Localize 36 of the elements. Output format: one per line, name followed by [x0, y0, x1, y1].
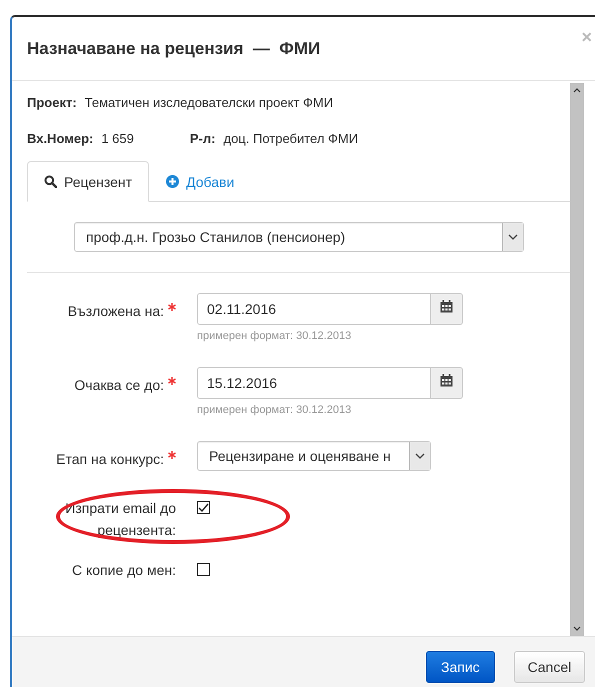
- field-label: С копие до мен:: [72, 561, 176, 580]
- tab[interactable]: Рецензент: [27, 161, 150, 202]
- checkbox[interactable]: [197, 563, 210, 576]
- info-label: Проект:: [27, 95, 77, 110]
- stage-select[interactable]: Рецензиране и оценяване н: [197, 441, 431, 471]
- field-label: Изпрати email до рецензента:: [64, 499, 176, 540]
- calendar-icon: [440, 300, 453, 313]
- search-icon: [44, 175, 57, 188]
- info-label: Р-л:: [190, 131, 216, 146]
- info-value: доц. Потребител ФМИ: [223, 131, 358, 146]
- checkbox[interactable]: [197, 501, 210, 514]
- tab[interactable]: Добави: [149, 161, 252, 202]
- cancel-button[interactable]: Cancel: [514, 651, 586, 683]
- field-label: Възложена на:: [68, 302, 164, 321]
- format-hint: примерен формат: 30.12.2013: [197, 330, 352, 342]
- info-label: Вх.Номер:: [27, 131, 94, 146]
- date-input[interactable]: 02.11.2016: [197, 293, 431, 325]
- dialog-title: Назначаване на рецензия — ФМИ: [27, 38, 320, 58]
- calendar-button[interactable]: [431, 293, 463, 325]
- date-input[interactable]: 15.12.2016: [197, 367, 431, 399]
- field-label: Очаква се до:: [74, 376, 164, 395]
- caret-icon: [508, 234, 518, 240]
- calendar-icon: [440, 374, 453, 387]
- scrollbar[interactable]: [570, 83, 584, 636]
- info-value: Тематичен изследователски проект ФМИ: [84, 95, 334, 110]
- checkmark-icon: [198, 502, 209, 512]
- scroll-up-icon[interactable]: [573, 88, 581, 93]
- info-value: 1 659: [101, 131, 134, 146]
- format-hint: примерен формат: 30.12.2013: [197, 404, 352, 416]
- plus-circle-icon: [166, 175, 180, 188]
- field-label: Етап на конкурс:: [56, 450, 164, 469]
- scroll-down-icon[interactable]: [573, 626, 581, 631]
- save-button[interactable]: Запис: [426, 651, 495, 683]
- caret-icon: [415, 453, 425, 459]
- reviewer-select[interactable]: проф.д.н. Грозьо Станилов (пенсионер): [74, 222, 524, 252]
- calendar-button[interactable]: [431, 367, 463, 399]
